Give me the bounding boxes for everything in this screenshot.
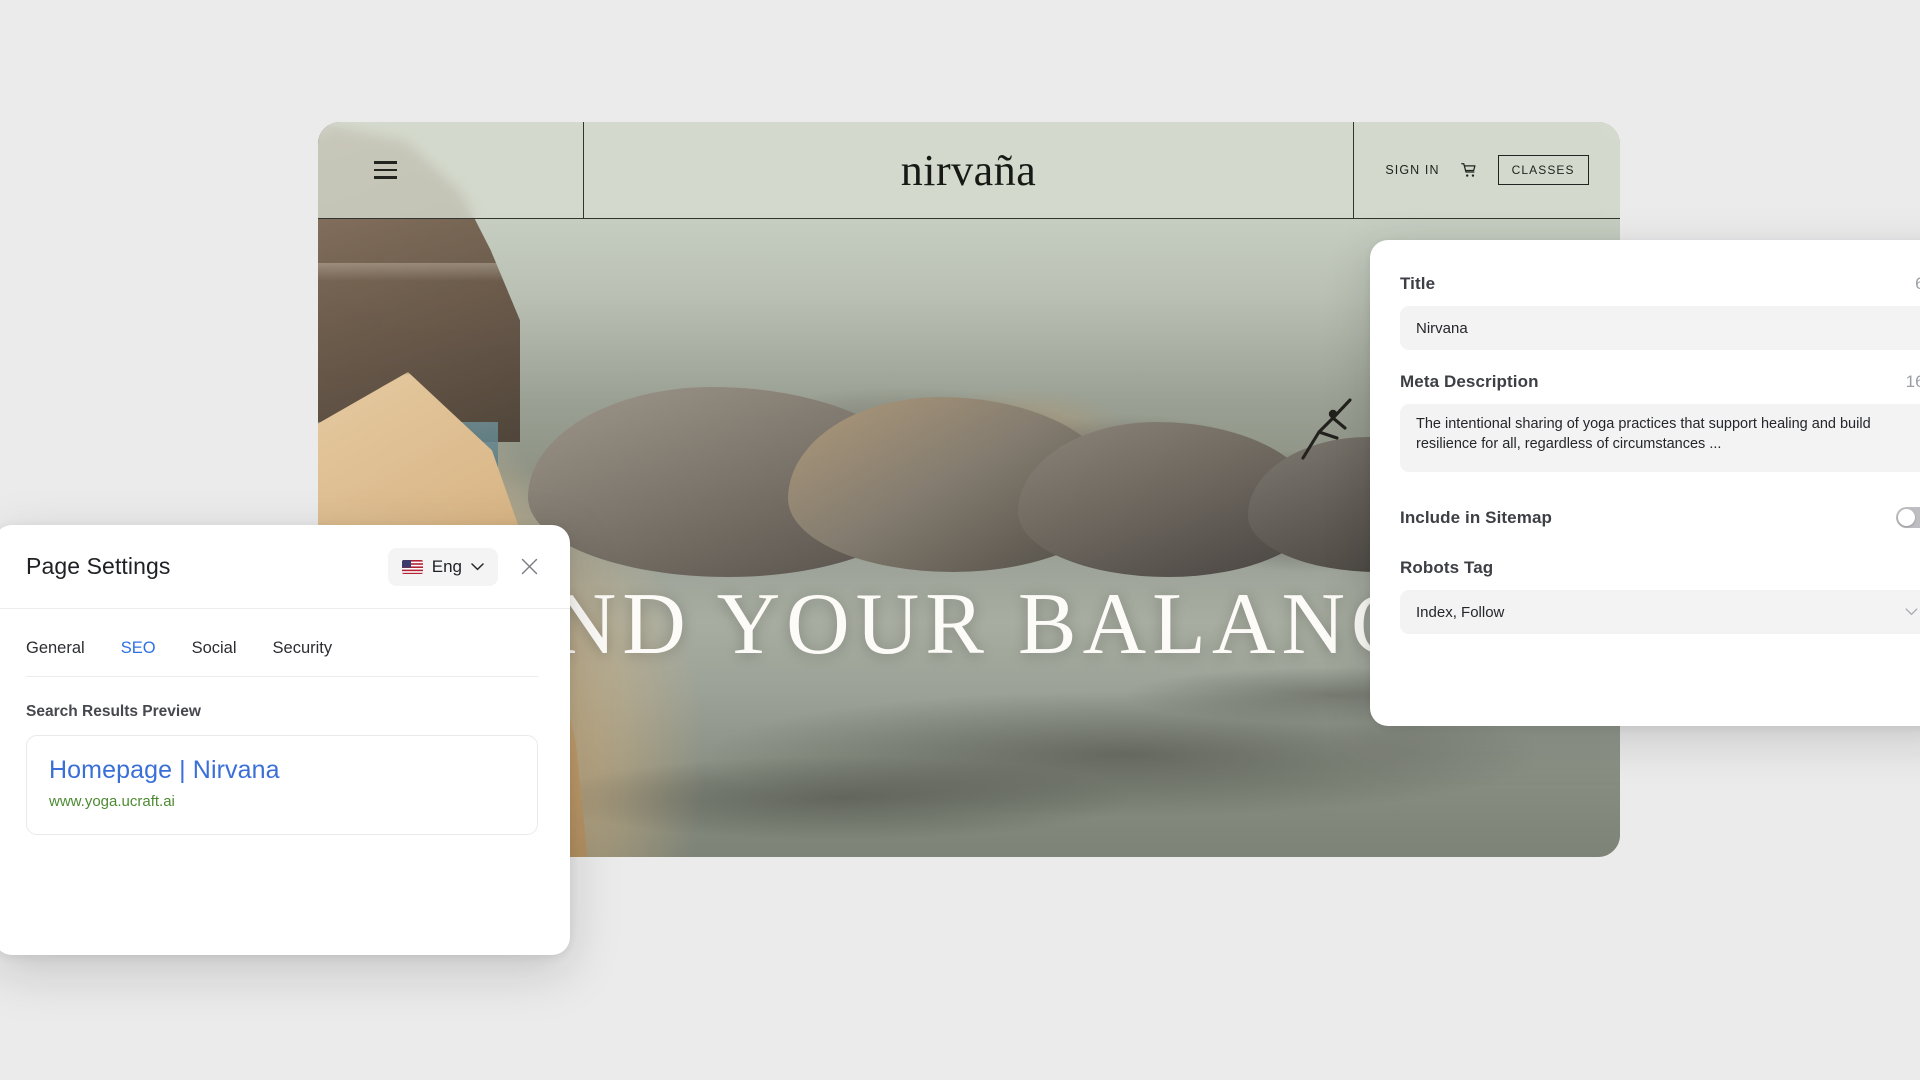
search-results-preview-heading: Search Results Preview — [26, 703, 201, 720]
hamburger-menu-icon[interactable] — [374, 161, 397, 179]
robots-tag-field-header: Robots Tag — [1400, 558, 1920, 578]
sign-in-link[interactable]: SIGN IN — [1385, 163, 1439, 177]
language-label: Eng — [431, 556, 462, 576]
robots-tag-field-group: Robots Tag Index, Follow — [1400, 558, 1920, 634]
page-settings-header: Page Settings Eng — [0, 525, 570, 609]
meta-description-field-header: Meta Description 160 — [1400, 372, 1920, 392]
screen-root: FIND YOUR BALANCE nirvaña SIGN IN CLASSE… — [0, 0, 1920, 1080]
close-icon — [521, 558, 537, 575]
us-flag-icon — [401, 559, 423, 574]
seo-fields-panel: Title 60 Meta Description 160 Include in… — [1370, 240, 1920, 726]
include-in-sitemap-label: Include in Sitemap — [1400, 507, 1552, 527]
toggle-knob — [1898, 509, 1915, 526]
title-field-group: Title 60 — [1400, 274, 1920, 350]
serp-title[interactable]: Homepage | Nirvana — [49, 756, 515, 785]
chevron-down-icon — [471, 562, 484, 570]
chevron-down-icon — [1905, 608, 1918, 616]
title-label: Title — [1400, 274, 1436, 293]
nav-right-cell: SIGN IN CLASSES — [1354, 122, 1620, 218]
close-button[interactable] — [512, 550, 546, 584]
meta-description-field-group: Meta Description 160 — [1400, 372, 1920, 477]
search-result-preview-card: Homepage | Nirvana www.yoga.ucraft.ai — [26, 735, 538, 835]
robots-tag-select-wrap: Index, Follow — [1400, 590, 1920, 634]
tab-seo[interactable]: SEO — [121, 639, 156, 676]
site-brand-logo[interactable]: nirvaña — [901, 145, 1036, 196]
language-selector[interactable]: Eng — [387, 547, 498, 586]
meta-description-textarea[interactable] — [1400, 404, 1920, 472]
classes-button[interactable]: CLASSES — [1497, 155, 1589, 185]
shopping-cart-icon[interactable] — [1460, 161, 1478, 179]
serp-url[interactable]: www.yoga.ucraft.ai — [49, 793, 515, 810]
title-input[interactable] — [1400, 306, 1920, 350]
site-navigation-bar: nirvaña SIGN IN CLASSES — [318, 122, 1620, 219]
meta-description-char-limit: 160 — [1905, 372, 1920, 391]
title-char-limit: 60 — [1915, 274, 1920, 293]
tab-security[interactable]: Security — [273, 639, 333, 676]
meta-description-label: Meta Description — [1400, 372, 1539, 391]
robots-tag-selected-value: Index, Follow — [1416, 603, 1505, 621]
include-in-sitemap-row: Include in Sitemap — [1400, 507, 1920, 528]
nav-left-cell — [318, 122, 584, 218]
yoga-pose-silhouette — [1301, 398, 1352, 460]
tab-social[interactable]: Social — [192, 639, 237, 676]
page-settings-header-actions: Eng — [387, 547, 546, 586]
page-settings-dialog: Page Settings Eng General SEO Social Sec… — [0, 525, 570, 955]
robots-tag-select[interactable]: Index, Follow — [1400, 590, 1920, 634]
robots-tag-label: Robots Tag — [1400, 558, 1494, 577]
include-in-sitemap-toggle[interactable] — [1896, 507, 1920, 528]
page-title: Page Settings — [26, 553, 171, 579]
tab-general[interactable]: General — [26, 639, 85, 676]
page-settings-tabs: General SEO Social Security — [0, 609, 570, 676]
title-field-header: Title 60 — [1400, 274, 1920, 294]
nav-center-cell: nirvaña — [584, 122, 1354, 218]
